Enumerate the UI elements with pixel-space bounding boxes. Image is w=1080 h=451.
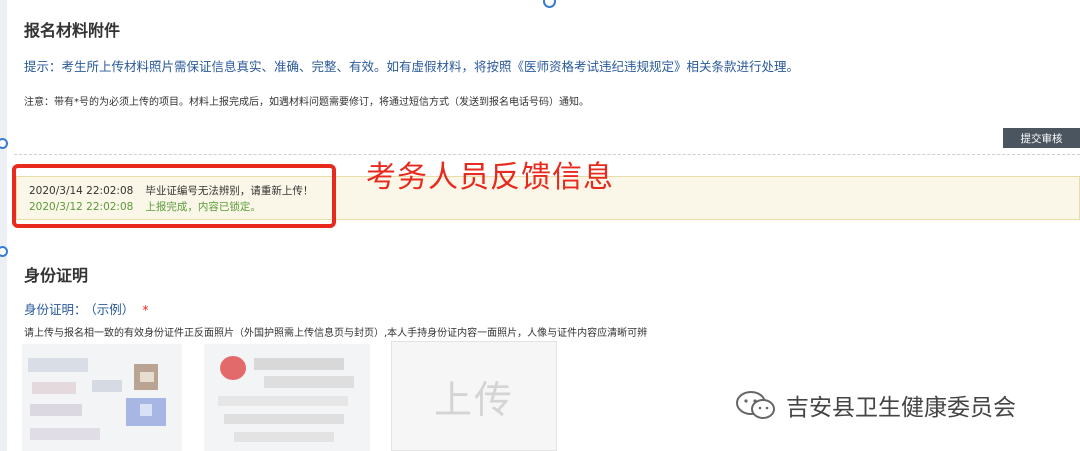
upload-slot[interactable]: 上传 [391, 341, 557, 451]
left-rail [0, 0, 7, 451]
id-field-label: 身份证明： [24, 302, 87, 317]
upload-hint: 提示：考生所上传材料照片需保证信息真实、准确、完整、有效。如有虚假材料，将按照《… [24, 59, 800, 74]
wechat-icon [736, 391, 775, 419]
upload-label: 上传 [433, 377, 514, 422]
id-field-label-row: 身份证明： （示例） * [24, 299, 149, 318]
sample-link[interactable]: （示例） [91, 302, 135, 317]
id-front-thumbnail[interactable] [22, 344, 182, 451]
watermark: 吉安县卫生健康委员会 [734, 388, 1016, 422]
required-mark: * [142, 302, 149, 317]
upload-note: 注意：带有*号的为必须上传的项目。材料上报完成后，如遇材料问题需要修订，将通过短… [24, 97, 589, 108]
id-section-title: 身份证明 [24, 266, 89, 285]
submit-review-button[interactable]: 提交审核 [1003, 128, 1080, 148]
watermark-text: 吉安县卫生健康委员会 [786, 395, 1016, 421]
feedback-annotation: 考务人员反馈信息 [366, 160, 614, 195]
feedback-highlight-box [12, 164, 336, 228]
id-back-thumbnail[interactable] [204, 344, 370, 451]
attachments-section-title: 报名材料附件 [24, 21, 121, 40]
id-upload-description: 请上传与报名相一致的有效身份证件正反面照片（外国护照需上传信息页与封页）,本人手… [24, 328, 648, 339]
timeline-dot-top [543, 0, 556, 8]
